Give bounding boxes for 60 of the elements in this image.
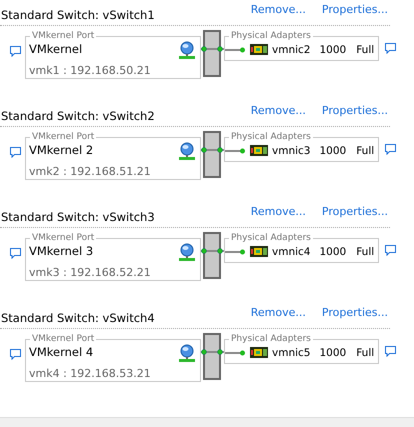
adapter-speed: 1000	[319, 44, 346, 56]
connector-icon	[225, 249, 246, 255]
port-name: VMkernel	[29, 42, 82, 56]
adapter-speed: 1000	[319, 145, 346, 157]
comment-icon[interactable]	[385, 144, 396, 155]
properties-link[interactable]: Properties...	[322, 205, 388, 218]
comment-icon[interactable]	[385, 43, 396, 54]
globe-icon	[178, 344, 196, 362]
port-address: vmk3 : 192.168.52.21	[28, 265, 152, 279]
remove-link[interactable]: Remove...	[250, 306, 306, 319]
comment-icon[interactable]	[385, 346, 396, 357]
connector-icon	[225, 350, 246, 356]
comment-icon[interactable]	[10, 46, 21, 57]
panel-legend: VMkernel Port	[30, 234, 96, 242]
network-card-icon	[250, 145, 268, 157]
switch-title: Standard Switch: vSwitch3	[0, 210, 155, 224]
port-address: vmk1 : 192.168.50.21	[28, 63, 152, 77]
network-card-icon	[250, 246, 268, 258]
connector-icon	[225, 47, 246, 53]
comment-icon[interactable]	[10, 147, 21, 158]
adapter-duplex: Full	[356, 44, 374, 56]
panel-legend: Physical Adapters	[229, 335, 313, 343]
remove-link[interactable]: Remove...	[250, 3, 306, 16]
adapter-name: vmnic4	[272, 246, 310, 258]
globe-icon	[178, 142, 196, 160]
panel-legend: VMkernel Port	[30, 133, 96, 141]
properties-link[interactable]: Properties...	[322, 306, 388, 319]
comment-icon[interactable]	[385, 245, 396, 256]
panel-legend: Physical Adapters	[229, 32, 313, 40]
adapter-duplex: Full	[356, 347, 374, 359]
panel-legend: VMkernel Port	[30, 32, 96, 40]
adapter-duplex: Full	[356, 246, 374, 258]
panel-legend: VMkernel Port	[30, 335, 96, 343]
remove-link[interactable]: Remove...	[250, 104, 306, 117]
network-card-icon	[250, 347, 268, 359]
comment-icon[interactable]	[10, 248, 21, 259]
port-address: vmk4 : 192.168.53.21	[28, 366, 152, 380]
remove-link[interactable]: Remove...	[250, 205, 306, 218]
comment-icon[interactable]	[10, 349, 21, 360]
switch-title: Standard Switch: vSwitch1	[0, 8, 155, 22]
adapter-name: vmnic2	[272, 44, 310, 56]
network-card-icon	[250, 44, 268, 56]
panel-legend: Physical Adapters	[229, 234, 313, 242]
adapter-speed: 1000	[319, 246, 346, 258]
port-name: VMkernel 2	[29, 143, 94, 157]
port-name: VMkernel 3	[29, 244, 94, 258]
connector-icon	[225, 148, 246, 154]
adapter-speed: 1000	[319, 347, 346, 359]
properties-link[interactable]: Properties...	[322, 104, 388, 117]
adapter-duplex: Full	[356, 145, 374, 157]
globe-icon	[178, 243, 196, 261]
properties-link[interactable]: Properties...	[322, 3, 388, 16]
panel-legend: Physical Adapters	[229, 133, 313, 141]
port-name: VMkernel 4	[29, 345, 94, 359]
port-address: vmk2 : 192.168.51.21	[28, 164, 152, 178]
switch-title: Standard Switch: vSwitch2	[0, 109, 155, 123]
adapter-name: vmnic3	[272, 145, 310, 157]
globe-icon	[178, 41, 196, 59]
switch-title: Standard Switch: vSwitch4	[0, 311, 155, 325]
adapter-name: vmnic5	[272, 347, 310, 359]
